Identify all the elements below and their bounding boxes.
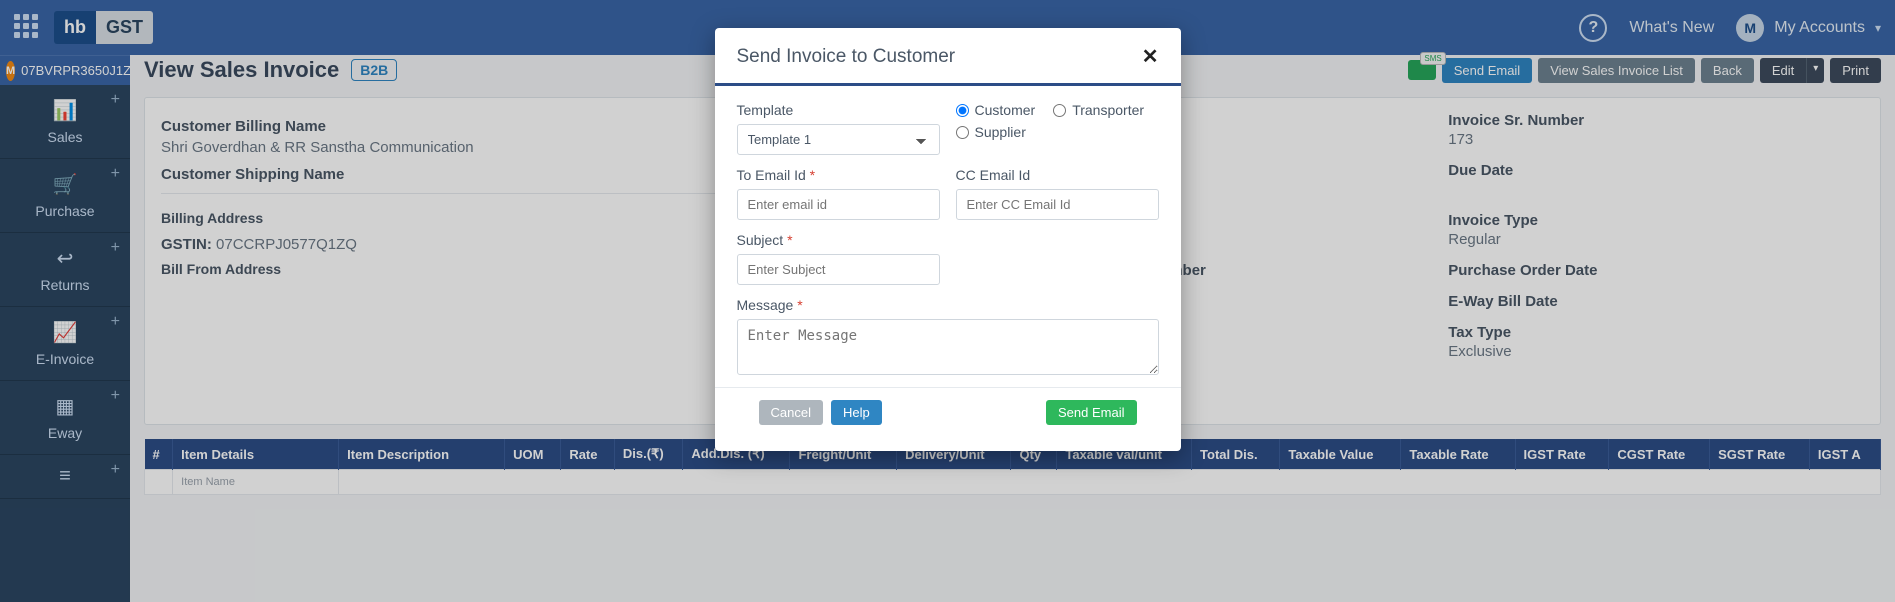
radio-customer-input[interactable] xyxy=(956,104,969,117)
modal-title: Send Invoice to Customer xyxy=(737,46,956,68)
cc-email-label: CC Email Id xyxy=(956,167,1159,183)
close-icon[interactable]: ✕ xyxy=(1142,44,1159,69)
template-select[interactable]: Template 1 xyxy=(737,124,940,155)
to-email-label: To Email Id * xyxy=(737,167,940,183)
message-input[interactable] xyxy=(737,319,1159,375)
radio-customer[interactable]: Customer xyxy=(956,102,1036,118)
subject-label: Subject * xyxy=(737,232,940,248)
send-email-submit-button[interactable]: Send Email xyxy=(1046,400,1136,425)
template-label: Template xyxy=(737,102,940,118)
help-button[interactable]: Help xyxy=(831,400,882,425)
message-label: Message * xyxy=(737,297,1159,313)
modal-body: Template Template 1 Customer Transporter… xyxy=(715,86,1181,451)
modal-footer: Cancel Help Send Email xyxy=(737,388,1159,443)
cancel-button[interactable]: Cancel xyxy=(759,400,823,425)
recipient-radios: Customer Transporter Supplier xyxy=(956,102,1159,140)
radio-supplier-input[interactable] xyxy=(956,126,969,139)
modal-header: Send Invoice to Customer ✕ xyxy=(715,28,1181,86)
radio-supplier-label: Supplier xyxy=(975,124,1026,140)
to-email-input[interactable] xyxy=(737,189,940,220)
radio-customer-label: Customer xyxy=(975,102,1036,118)
cc-email-input[interactable] xyxy=(956,189,1159,220)
radio-transporter-input[interactable] xyxy=(1053,104,1066,117)
send-email-modal: Send Invoice to Customer ✕ Template Temp… xyxy=(715,28,1181,451)
radio-supplier[interactable]: Supplier xyxy=(956,124,1026,140)
radio-transporter[interactable]: Transporter xyxy=(1053,102,1144,118)
subject-input[interactable] xyxy=(737,254,940,285)
radio-transporter-label: Transporter xyxy=(1072,102,1144,118)
